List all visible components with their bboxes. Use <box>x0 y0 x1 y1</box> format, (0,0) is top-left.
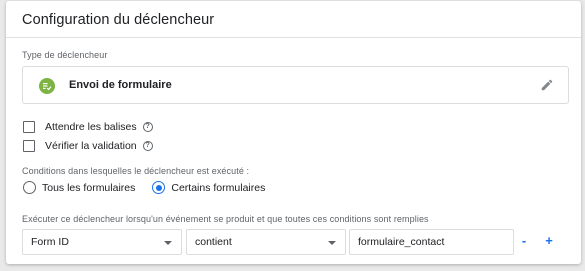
form-submit-icon <box>39 78 55 94</box>
trigger-config-card: Configuration du déclencheur Type de déc… <box>6 1 581 264</box>
condition-value-input[interactable] <box>349 229 514 255</box>
wait-for-tags-option: Attendre les balises ? <box>23 120 153 134</box>
variable-value: Form ID <box>31 236 69 248</box>
help-icon[interactable]: ? <box>142 122 153 132</box>
operator-value: contient <box>195 236 232 248</box>
radio-some-forms[interactable]: Certains formulaires <box>152 181 265 194</box>
conditions-label: Conditions dans lesquelles le déclencheu… <box>22 166 250 176</box>
all-forms-label: Tous les formulaires <box>42 181 136 194</box>
card-title: Configuration du déclencheur <box>22 12 215 28</box>
trigger-type-name: Envoi de formulaire <box>69 79 172 91</box>
chevron-down-icon <box>328 241 336 245</box>
some-forms-label: Certains formulaires <box>171 181 266 194</box>
remove-condition-button[interactable]: - <box>517 233 531 249</box>
radio-button[interactable] <box>23 181 36 194</box>
check-validation-label: Vérifier la validation <box>45 140 137 152</box>
trigger-type-label: Type de déclencheur <box>22 50 108 60</box>
radio-button-selected[interactable] <box>152 181 166 194</box>
check-validation-option: Vérifier la validation ? <box>23 139 153 153</box>
wait-for-tags-label: Attendre les balises <box>45 121 137 133</box>
add-condition-button[interactable]: + <box>542 233 556 249</box>
radio-all-forms[interactable]: Tous les formulaires <box>23 181 135 194</box>
pencil-icon[interactable] <box>540 78 554 92</box>
operator-select[interactable]: contient <box>186 229 346 255</box>
conditions-radio-group: Tous les formulaires Certains formulaire… <box>23 181 265 194</box>
chevron-down-icon <box>164 241 172 245</box>
filter-label: Exécuter ce déclencheur lorsqu'un événem… <box>22 214 429 224</box>
variable-select[interactable]: Form ID <box>22 229 182 255</box>
divider <box>6 37 581 38</box>
wait-for-tags-checkbox[interactable] <box>23 121 35 133</box>
trigger-type-selector[interactable]: Envoi de formulaire <box>22 66 569 104</box>
help-icon[interactable]: ? <box>142 141 153 151</box>
check-validation-checkbox[interactable] <box>23 140 35 152</box>
